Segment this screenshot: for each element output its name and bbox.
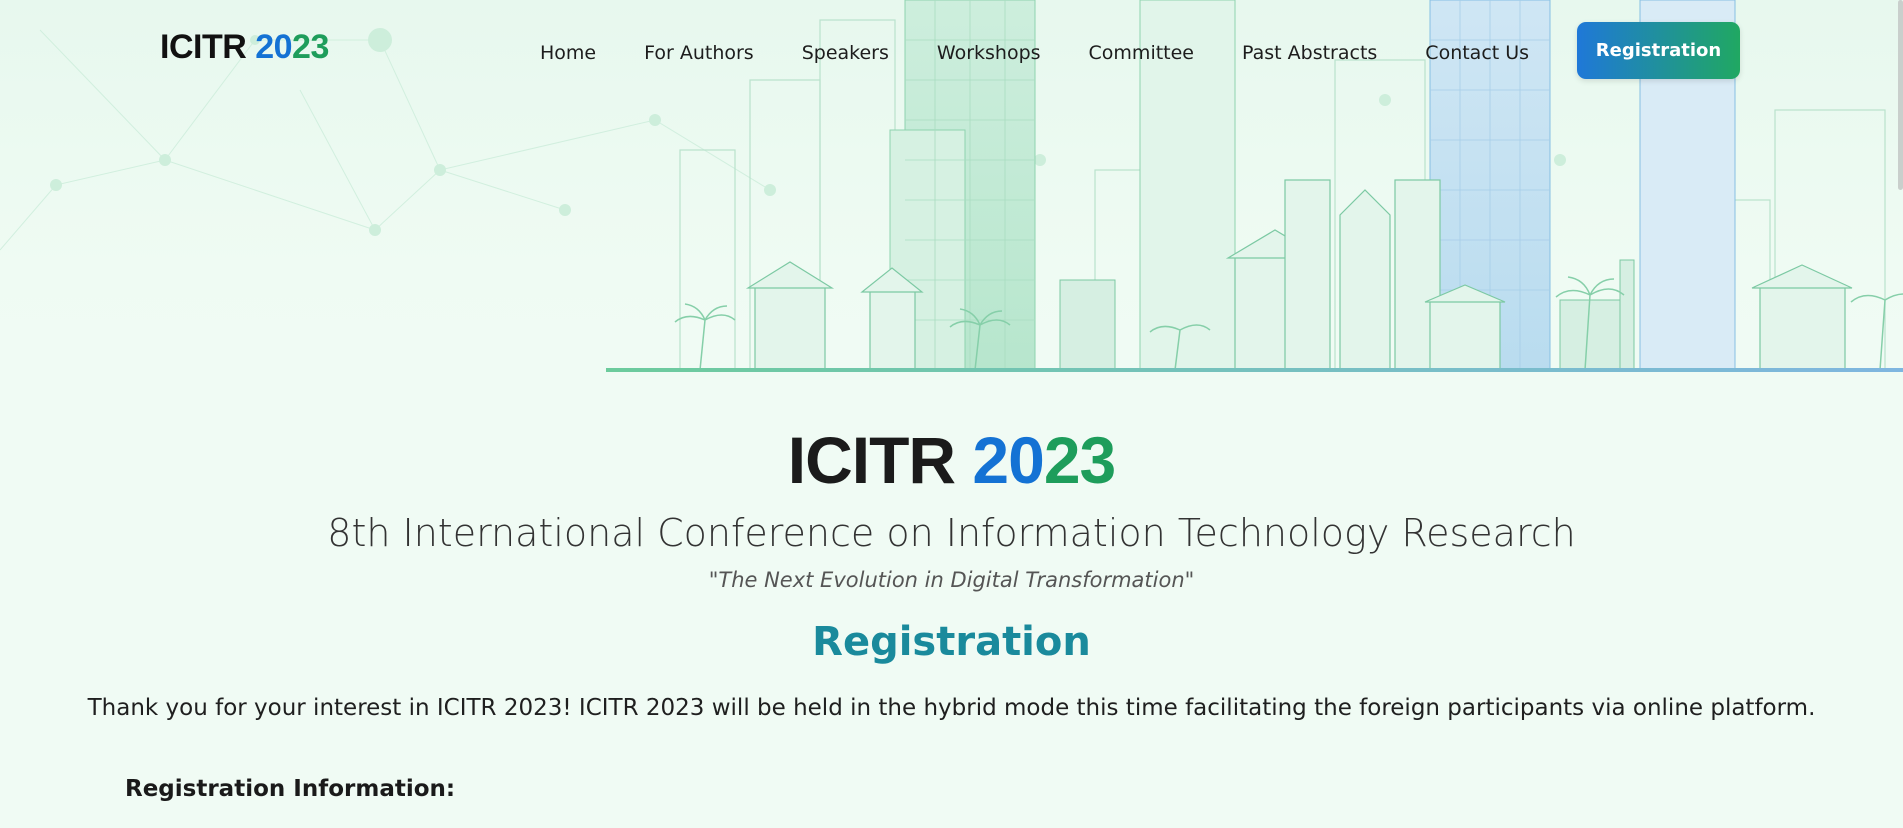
logo-year-part-2: 23 [292,28,329,66]
nav-speakers[interactable]: Speakers [802,40,889,66]
nav-past-abstracts[interactable]: Past Abstracts [1242,40,1377,66]
registration-intro: Thank you for your interest in ICITR 202… [87,695,1816,721]
conference-subtitle: 8th International Conference on Informat… [327,511,1576,555]
nav-workshops[interactable]: Workshops [937,40,1041,66]
logo-year-part-1: 20 [255,28,293,66]
nav-contact-us[interactable]: Contact Us [1425,40,1529,66]
nav-committee[interactable]: Committee [1089,40,1194,66]
conference-title: ICITR 2023 [0,420,1903,500]
registration-button[interactable]: Registration [1577,22,1740,79]
main-nav: Home For Authors Speakers Workshops Comm… [540,40,1529,66]
registration-info-heading: Registration Information: [125,776,456,802]
site-logo[interactable]: ICITR 2023 [160,28,329,67]
conference-year-part-2: 23 [1043,423,1116,497]
conference-title-text: ICITR [787,423,973,497]
conference-tagline: "The Next Evolution in Digital Transform… [708,568,1195,592]
registration-heading: Registration [812,619,1091,665]
conference-year-part-1: 20 [972,423,1044,497]
nav-for-authors[interactable]: For Authors [644,40,754,66]
main-content: ICITR 2023 8th International Conference … [0,420,1903,724]
logo-text: ICITR [160,28,256,66]
nav-home[interactable]: Home [540,40,596,66]
site-header: ICITR 2023 Home For Authors Speakers Wor… [0,0,1903,100]
